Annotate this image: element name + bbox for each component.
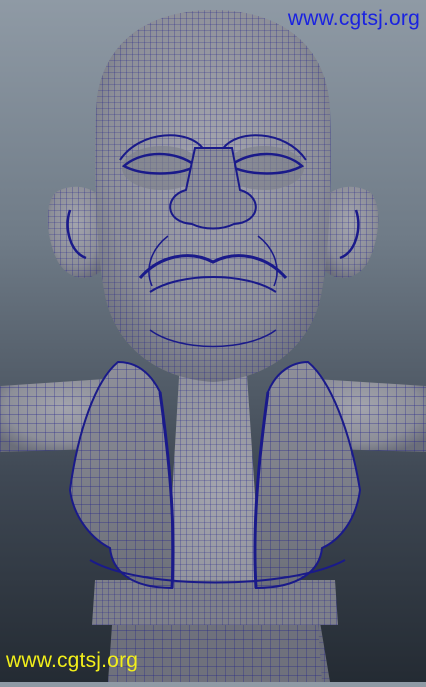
left-ear: [47, 186, 104, 278]
watermark-bottom: www.cgtsj.org: [6, 649, 139, 672]
wireframe-model: [0, 10, 426, 682]
3d-viewport[interactable]: www.cgtsj.org www.cgtsj.org: [0, 0, 426, 682]
watermark-top: www.cgtsj.org: [287, 7, 420, 30]
head: [95, 10, 331, 382]
right-ear: [322, 186, 379, 278]
